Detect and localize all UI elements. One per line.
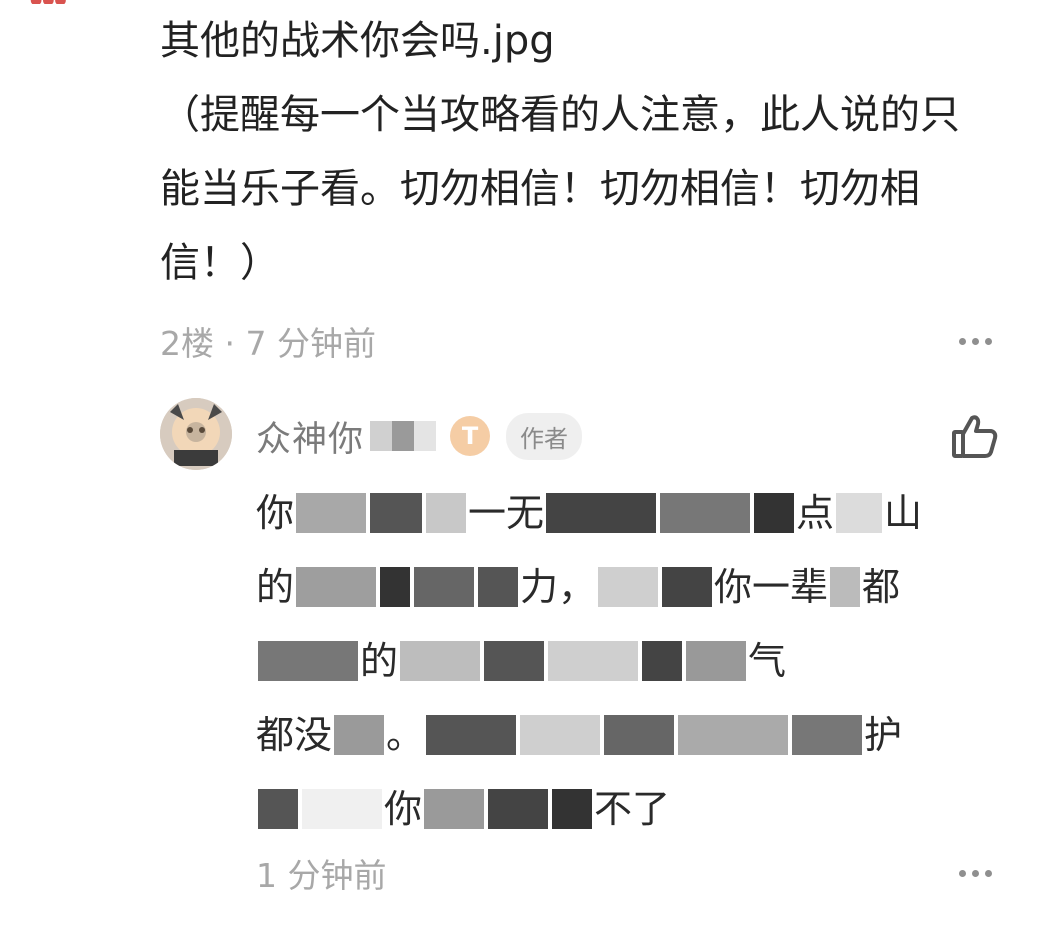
comment-body: 其他的战术你会吗.jpg （提醒每一个当攻略看的人注意，此人说的只 能当乐子看。… — [160, 4, 1020, 300]
reply-line-4: 都没 。 护 — [256, 698, 976, 772]
reply-text-fragment: 你 — [384, 787, 423, 831]
comment-meta-row: 2楼 · 7 分钟前 — [160, 318, 1000, 364]
avatar[interactable] — [160, 398, 232, 470]
reply-text-fragment: 气 — [748, 639, 787, 683]
reply-text-fragment: 山 — [884, 491, 923, 535]
reply-line-2: 的 力， 你一辈 都 — [256, 550, 976, 624]
reply-meta-row: 1 分钟前 — [256, 850, 1000, 896]
comment-line-4: 信！） — [160, 240, 280, 286]
comment-line-3: 能当乐子看。切勿相信！切勿相信！切勿相 — [160, 166, 920, 212]
username-mosaic — [370, 421, 437, 451]
reply-body: 你 一无 点 山 的 力， 你一辈 都 的 气 都没 。 护 你 不了 — [256, 476, 976, 846]
reply-text-fragment: 都 — [862, 565, 901, 609]
previous-content-sliver: ●●● — [30, 0, 110, 4]
reply-text-fragment: 力， — [520, 565, 597, 609]
reply-item: 众神你 T 作者 你 一无 点 山 的 力， 你一辈 都 的 气 都没 。 护 … — [160, 398, 1000, 918]
author-tag: 作者 — [506, 412, 583, 460]
reply-text-fragment: 点 — [796, 491, 835, 535]
reply-text-fragment: 的 — [360, 639, 399, 683]
reply-header: 众神你 T 作者 — [256, 408, 583, 464]
reply-text-fragment: 护 — [864, 713, 903, 757]
reply-line-3: 的 气 — [256, 624, 976, 698]
reply-time: 1 分钟前 — [256, 856, 387, 895]
comment-meta: 2楼 · 7 分钟前 — [160, 324, 376, 363]
reply-text-fragment: 一无 — [468, 491, 545, 535]
reply-text-fragment: 。 — [386, 713, 425, 757]
reply-text-fragment: 你一辈 — [714, 565, 829, 609]
more-dots-icon[interactable] — [951, 862, 1000, 885]
reply-text-fragment: 的 — [256, 565, 295, 609]
more-dots-icon[interactable] — [951, 330, 1000, 353]
reply-text-fragment: 都没 — [256, 713, 333, 757]
reply-line-5: 你 不了 — [256, 772, 976, 846]
reply-text-fragment: 你 — [256, 491, 295, 535]
thumbs-up-icon[interactable] — [948, 410, 1000, 462]
reply-text-fragment: 不了 — [594, 787, 671, 831]
comment-line-1: 其他的战术你会吗.jpg — [160, 18, 555, 64]
comment-line-2: （提醒每一个当攻略看的人注意，此人说的只 — [160, 92, 960, 138]
reply-line-1: 你 一无 点 山 — [256, 476, 976, 550]
level-badge: T — [450, 416, 491, 456]
reply-username[interactable]: 众神你 — [256, 411, 364, 462]
